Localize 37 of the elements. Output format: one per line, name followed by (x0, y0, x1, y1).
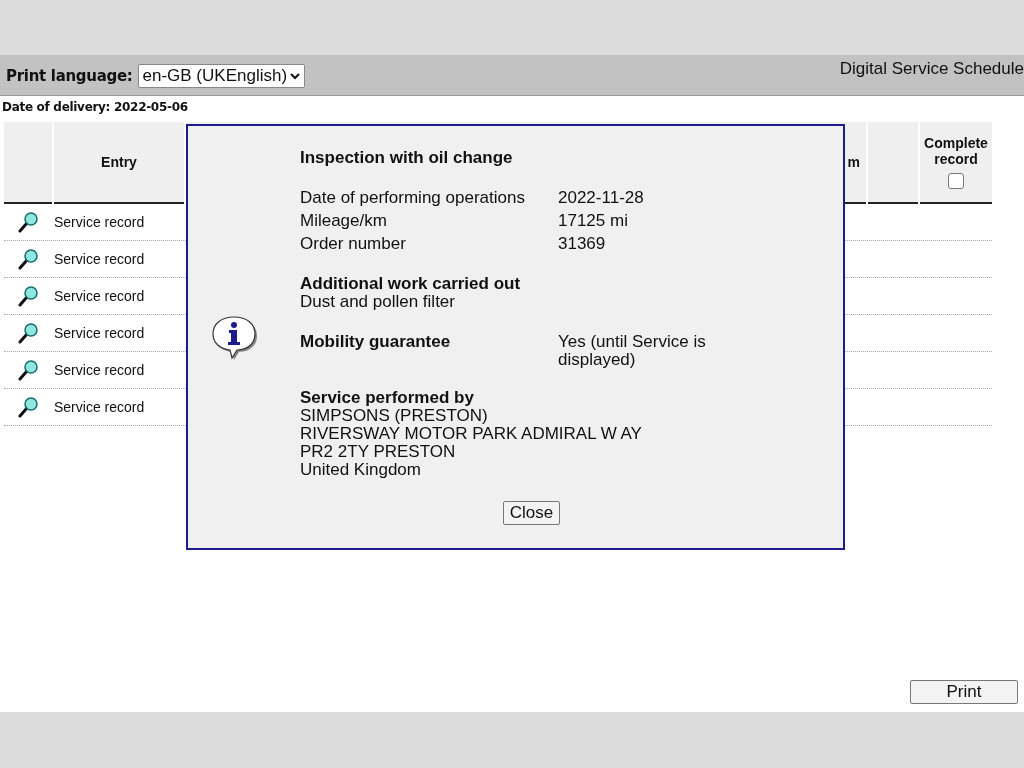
magnifier-icon[interactable] (17, 322, 39, 344)
section-heading: Service performed by (300, 389, 475, 407)
chevron-icon (290, 72, 301, 80)
magnifier-icon[interactable] (17, 285, 39, 307)
column-heading: Complete record (923, 135, 989, 167)
delivery-date: Date of delivery: 2022-05-06 (2, 100, 189, 114)
address-line: United Kingdom (300, 461, 422, 479)
field-label: Mobility guarantee (300, 333, 452, 353)
table-cell-text: Service record (54, 399, 146, 415)
address-line: SIMPSONS (PRESTON) (300, 407, 489, 425)
field-label: Order number (300, 233, 407, 255)
magnifier-icon[interactable] (17, 211, 39, 233)
section-text: Dust and pollen filter (300, 293, 456, 311)
table-cell-text: Service record (54, 288, 146, 304)
magnifier-icon[interactable] (17, 359, 39, 381)
checkbox[interactable] (948, 173, 964, 189)
print-button[interactable]: Print (910, 680, 1018, 704)
language-select[interactable]: en-GB (UKEnglish) (137, 64, 306, 88)
address-line: RIVERSWAY MOTOR PARK ADMIRAL W AY (300, 425, 643, 443)
magnifier-icon[interactable] (17, 248, 39, 270)
field-value: Yes (until Service is displayed) (558, 333, 707, 369)
table-cell-text: Service record (54, 325, 146, 341)
magnifier-icon[interactable] (17, 396, 39, 418)
column-heading: Entry (54, 122, 184, 204)
page-title: Digital Service Schedule (839, 58, 1024, 79)
table-cell-text: Service record (54, 251, 146, 267)
table-cell-text: Service record (54, 362, 146, 378)
print-language-label: Print language: (6, 67, 133, 85)
field-value: 17125 mi (558, 210, 628, 232)
close-button[interactable]: Close (502, 501, 561, 525)
info-icon (210, 314, 258, 360)
section-heading: Additional work carried out (300, 275, 522, 293)
dialog-title: Inspection with oil change (300, 148, 514, 168)
field-label: Mileage/km (300, 210, 388, 232)
field-value: 31369 (558, 233, 606, 255)
table-cell-text: Service record (54, 214, 146, 230)
address-line: PR2 2TY PRESTON (300, 443, 457, 461)
